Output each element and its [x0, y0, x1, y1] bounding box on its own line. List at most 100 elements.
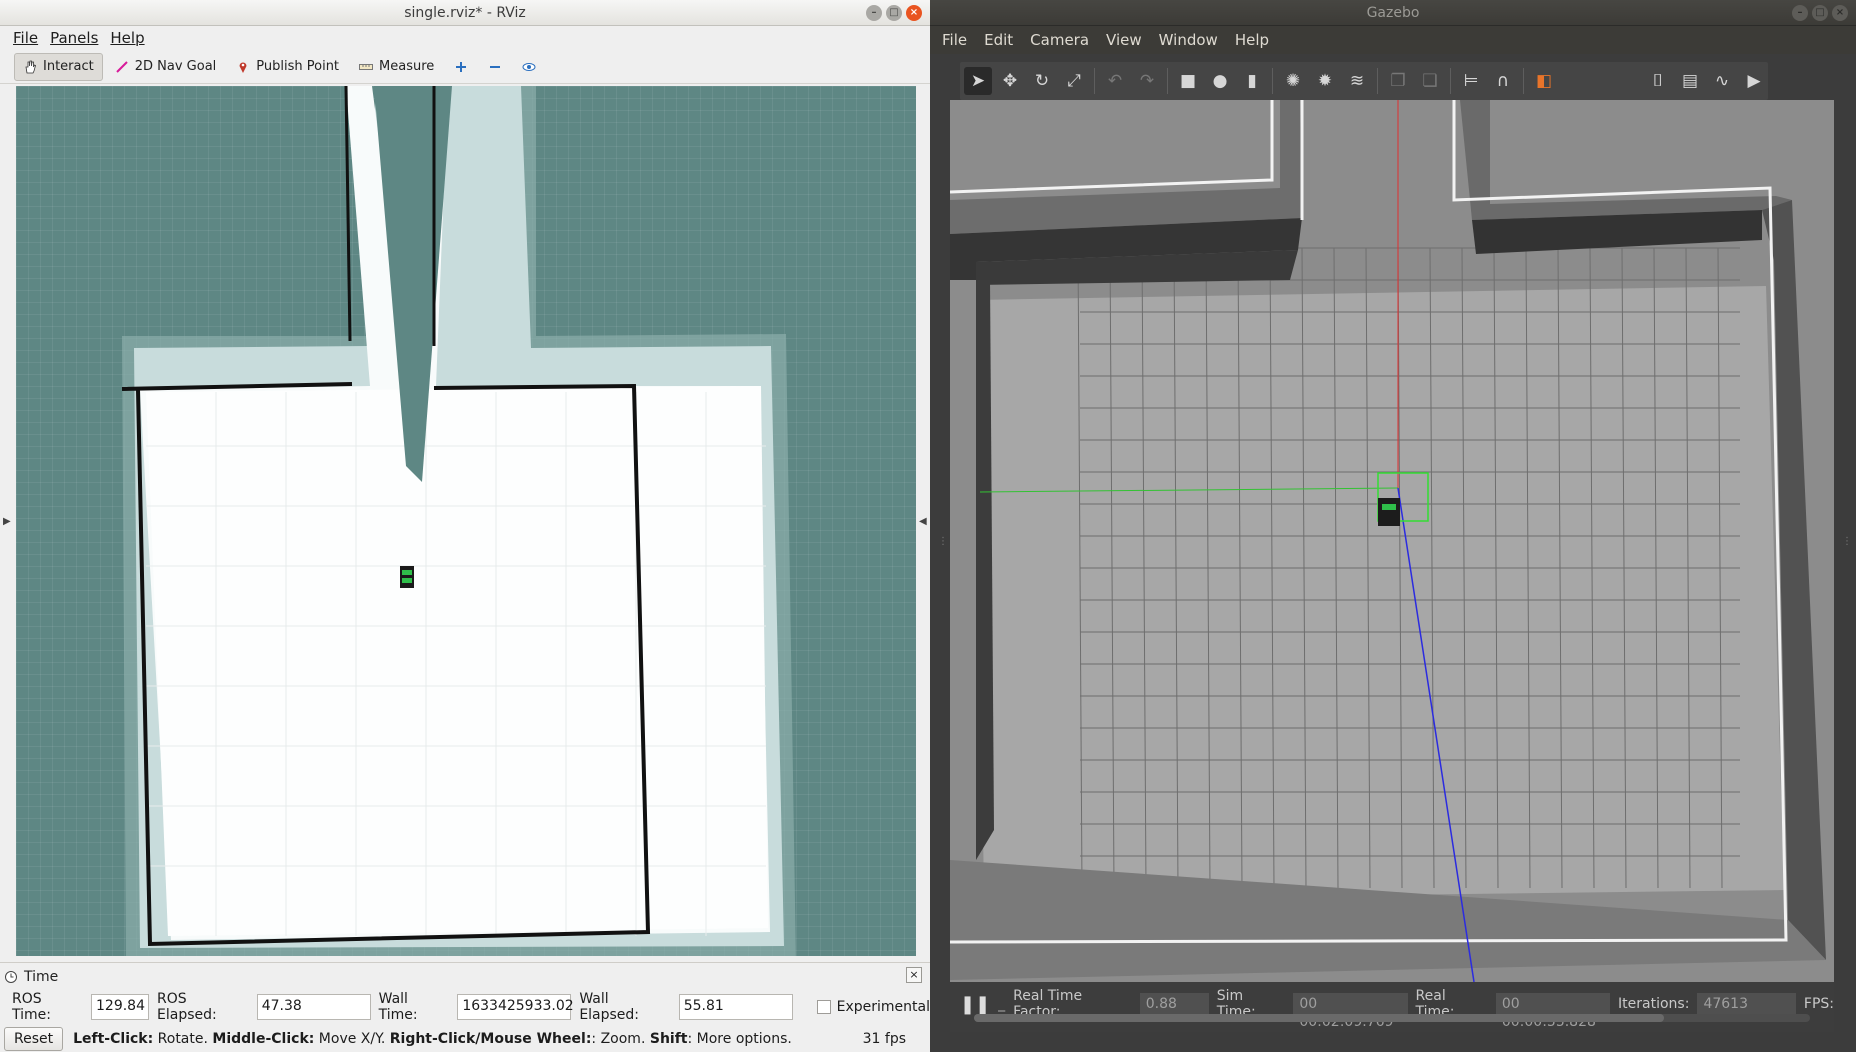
copy-icon[interactable]: ❐	[1384, 67, 1412, 95]
maximize-button[interactable]: □	[886, 5, 902, 21]
add-tool-button[interactable]	[446, 53, 476, 81]
spot-light-icon[interactable]: ✹	[1311, 67, 1339, 95]
menu-camera[interactable]: Camera	[1022, 31, 1098, 49]
rviz-status-bar: Reset Left-Click: Rotate. Middle-Click: …	[4, 1027, 926, 1051]
video-record-icon[interactable]: ▶	[1740, 67, 1768, 95]
menu-help[interactable]: Help	[104, 29, 150, 47]
ros-time-label: ROS Time:	[12, 991, 51, 1023]
rviz-toolbar: Interact 2D Nav Goal Publish Point Measu…	[0, 50, 930, 84]
plus-icon	[456, 61, 467, 72]
time-fields-row: ROS Time: 129.84 ROS Elapsed: 47.38 Wall…	[12, 991, 930, 1023]
measure-label: Measure	[379, 59, 435, 74]
experimental-label: Experimental	[836, 999, 930, 1015]
rviz-3d-viewport[interactable]	[16, 86, 916, 956]
hand-icon	[25, 60, 36, 73]
status-hint: Left-Click: Rotate. Middle-Click: Move X…	[73, 1031, 792, 1047]
ros-elapsed-label: ROS Elapsed:	[157, 991, 217, 1023]
interact-tool-button[interactable]: Interact	[14, 52, 103, 81]
reset-button[interactable]: Reset	[4, 1027, 64, 1051]
ros-time-field[interactable]: 129.84	[91, 994, 149, 1020]
time-panel: Time × ROS Time: 129.84 ROS Elapsed: 47.…	[0, 962, 930, 1052]
menu-file[interactable]: File	[934, 31, 976, 49]
menu-view[interactable]: View	[1098, 31, 1151, 49]
time-panel-close-button[interactable]: ×	[906, 967, 922, 983]
left-panel-handle[interactable]: ⋮	[938, 536, 948, 547]
sphere-shape-icon[interactable]: ●	[1206, 67, 1234, 95]
wall-elapsed-label: Wall Elapsed:	[579, 991, 640, 1023]
gazebo-status-bar: ❚❚ _ Real Time Factor: 0.88 Sim Time: 00…	[950, 982, 1834, 1032]
tool-properties-button[interactable]	[514, 53, 544, 81]
eye-icon	[522, 62, 536, 71]
minimize-button[interactable]: –	[866, 5, 882, 21]
rotate-mode-icon[interactable]: ↻	[1028, 67, 1056, 95]
menu-panels[interactable]: Panels	[44, 29, 104, 47]
left-panel-collapse-arrow[interactable]: ▶	[3, 516, 11, 527]
wall-elapsed-field[interactable]: 55.81	[678, 994, 793, 1020]
right-panel-handle[interactable]: ⋮	[1842, 536, 1852, 547]
rviz-window-title: single.rviz* - RViz	[404, 5, 526, 21]
gazebo-menubar: File Edit Camera View Window Help	[930, 26, 1856, 54]
right-panel-collapse-arrow[interactable]: ◀	[919, 516, 927, 527]
paste-icon[interactable]: ❏	[1416, 67, 1444, 95]
cylinder-shape-icon[interactable]: ▮	[1238, 67, 1266, 95]
rviz-menubar: File Panels Help	[0, 26, 930, 50]
rtf-value: 0.88	[1139, 993, 1209, 1015]
pink-arrow-icon	[116, 60, 128, 73]
occupancy-map	[121, 86, 796, 956]
screenshot-icon[interactable]: ⌷	[1644, 67, 1672, 95]
change-view-icon[interactable]: ◧	[1530, 67, 1558, 95]
gazebo-window-title: Gazebo	[1366, 5, 1420, 21]
close-button[interactable]: ×	[906, 5, 922, 21]
ros-elapsed-field[interactable]: 47.38	[256, 994, 371, 1020]
nav-goal-tool-button[interactable]: 2D Nav Goal	[107, 53, 225, 81]
minimize-button[interactable]: –	[1792, 5, 1808, 21]
sim-time-value: 00 00:02:09.769	[1293, 993, 1408, 1030]
experimental-checkbox[interactable]	[816, 1000, 831, 1014]
log-icon[interactable]: ▤	[1676, 67, 1704, 95]
box-shape-icon[interactable]: ■	[1174, 67, 1202, 95]
ruler-icon	[359, 63, 374, 70]
select-mode-icon[interactable]: ➤	[964, 67, 992, 95]
time-panel-title: Time	[24, 969, 59, 985]
measure-tool-button[interactable]: Measure	[351, 53, 442, 81]
close-button[interactable]: ×	[1832, 5, 1848, 21]
real-time-value: 00 00:00:55.828	[1495, 993, 1611, 1030]
menu-file[interactable]: File	[7, 29, 44, 47]
wall-time-label: Wall Time:	[378, 991, 418, 1023]
gazebo-toolbar: ➤ ✥ ↻ ⤢ ↶ ↷ ■ ● ▮ ✺ ✹ ≋ ❐ ❏ ⊨ ∩ ◧ ⌷ ▤ ∿ …	[960, 62, 1768, 100]
step-icon[interactable]: _	[998, 996, 1005, 1012]
wall-time-field[interactable]: 1633425933.02	[457, 994, 574, 1020]
redo-icon[interactable]: ↷	[1133, 67, 1161, 95]
fps-label: FPS:	[1803, 996, 1835, 1012]
clock-icon	[5, 971, 17, 983]
scale-mode-icon[interactable]: ⤢	[1060, 67, 1088, 95]
align-icon[interactable]: ⊨	[1457, 67, 1485, 95]
undo-icon[interactable]: ↶	[1101, 67, 1129, 95]
publish-point-label: Publish Point	[256, 59, 340, 74]
menu-edit[interactable]: Edit	[976, 31, 1022, 49]
gazebo-3d-viewport[interactable]	[950, 100, 1834, 982]
maximize-button[interactable]: □	[1812, 5, 1828, 21]
pause-icon[interactable]: ❚❚	[960, 994, 990, 1015]
iterations-label: Iterations:	[1618, 996, 1690, 1012]
minus-icon	[490, 65, 501, 68]
time-panel-header: Time ×	[4, 967, 926, 987]
point-light-icon[interactable]: ✺	[1279, 67, 1307, 95]
translate-mode-icon[interactable]: ✥	[996, 67, 1024, 95]
rviz-titlebar: single.rviz* - RViz – □ ×	[0, 0, 930, 26]
nav-goal-label: 2D Nav Goal	[134, 59, 217, 74]
menu-window[interactable]: Window	[1151, 31, 1227, 49]
gazebo-titlebar: Gazebo – □ ×	[930, 0, 1856, 26]
remove-tool-button[interactable]	[480, 53, 510, 81]
directional-light-icon[interactable]: ≋	[1343, 67, 1371, 95]
menu-help[interactable]: Help	[1227, 31, 1278, 49]
status-scrollbar[interactable]	[974, 1014, 1810, 1022]
fps-counter: 31 fps	[862, 1031, 906, 1047]
plot-icon[interactable]: ∿	[1708, 67, 1736, 95]
map-pin-icon	[239, 62, 247, 73]
snap-icon[interactable]: ∩	[1489, 67, 1517, 95]
interact-label: Interact	[43, 59, 94, 74]
publish-point-tool-button[interactable]: Publish Point	[228, 53, 347, 81]
iterations-value: 47613	[1697, 993, 1796, 1015]
rviz-window: single.rviz* - RViz – □ × File Panels He…	[0, 0, 930, 1052]
